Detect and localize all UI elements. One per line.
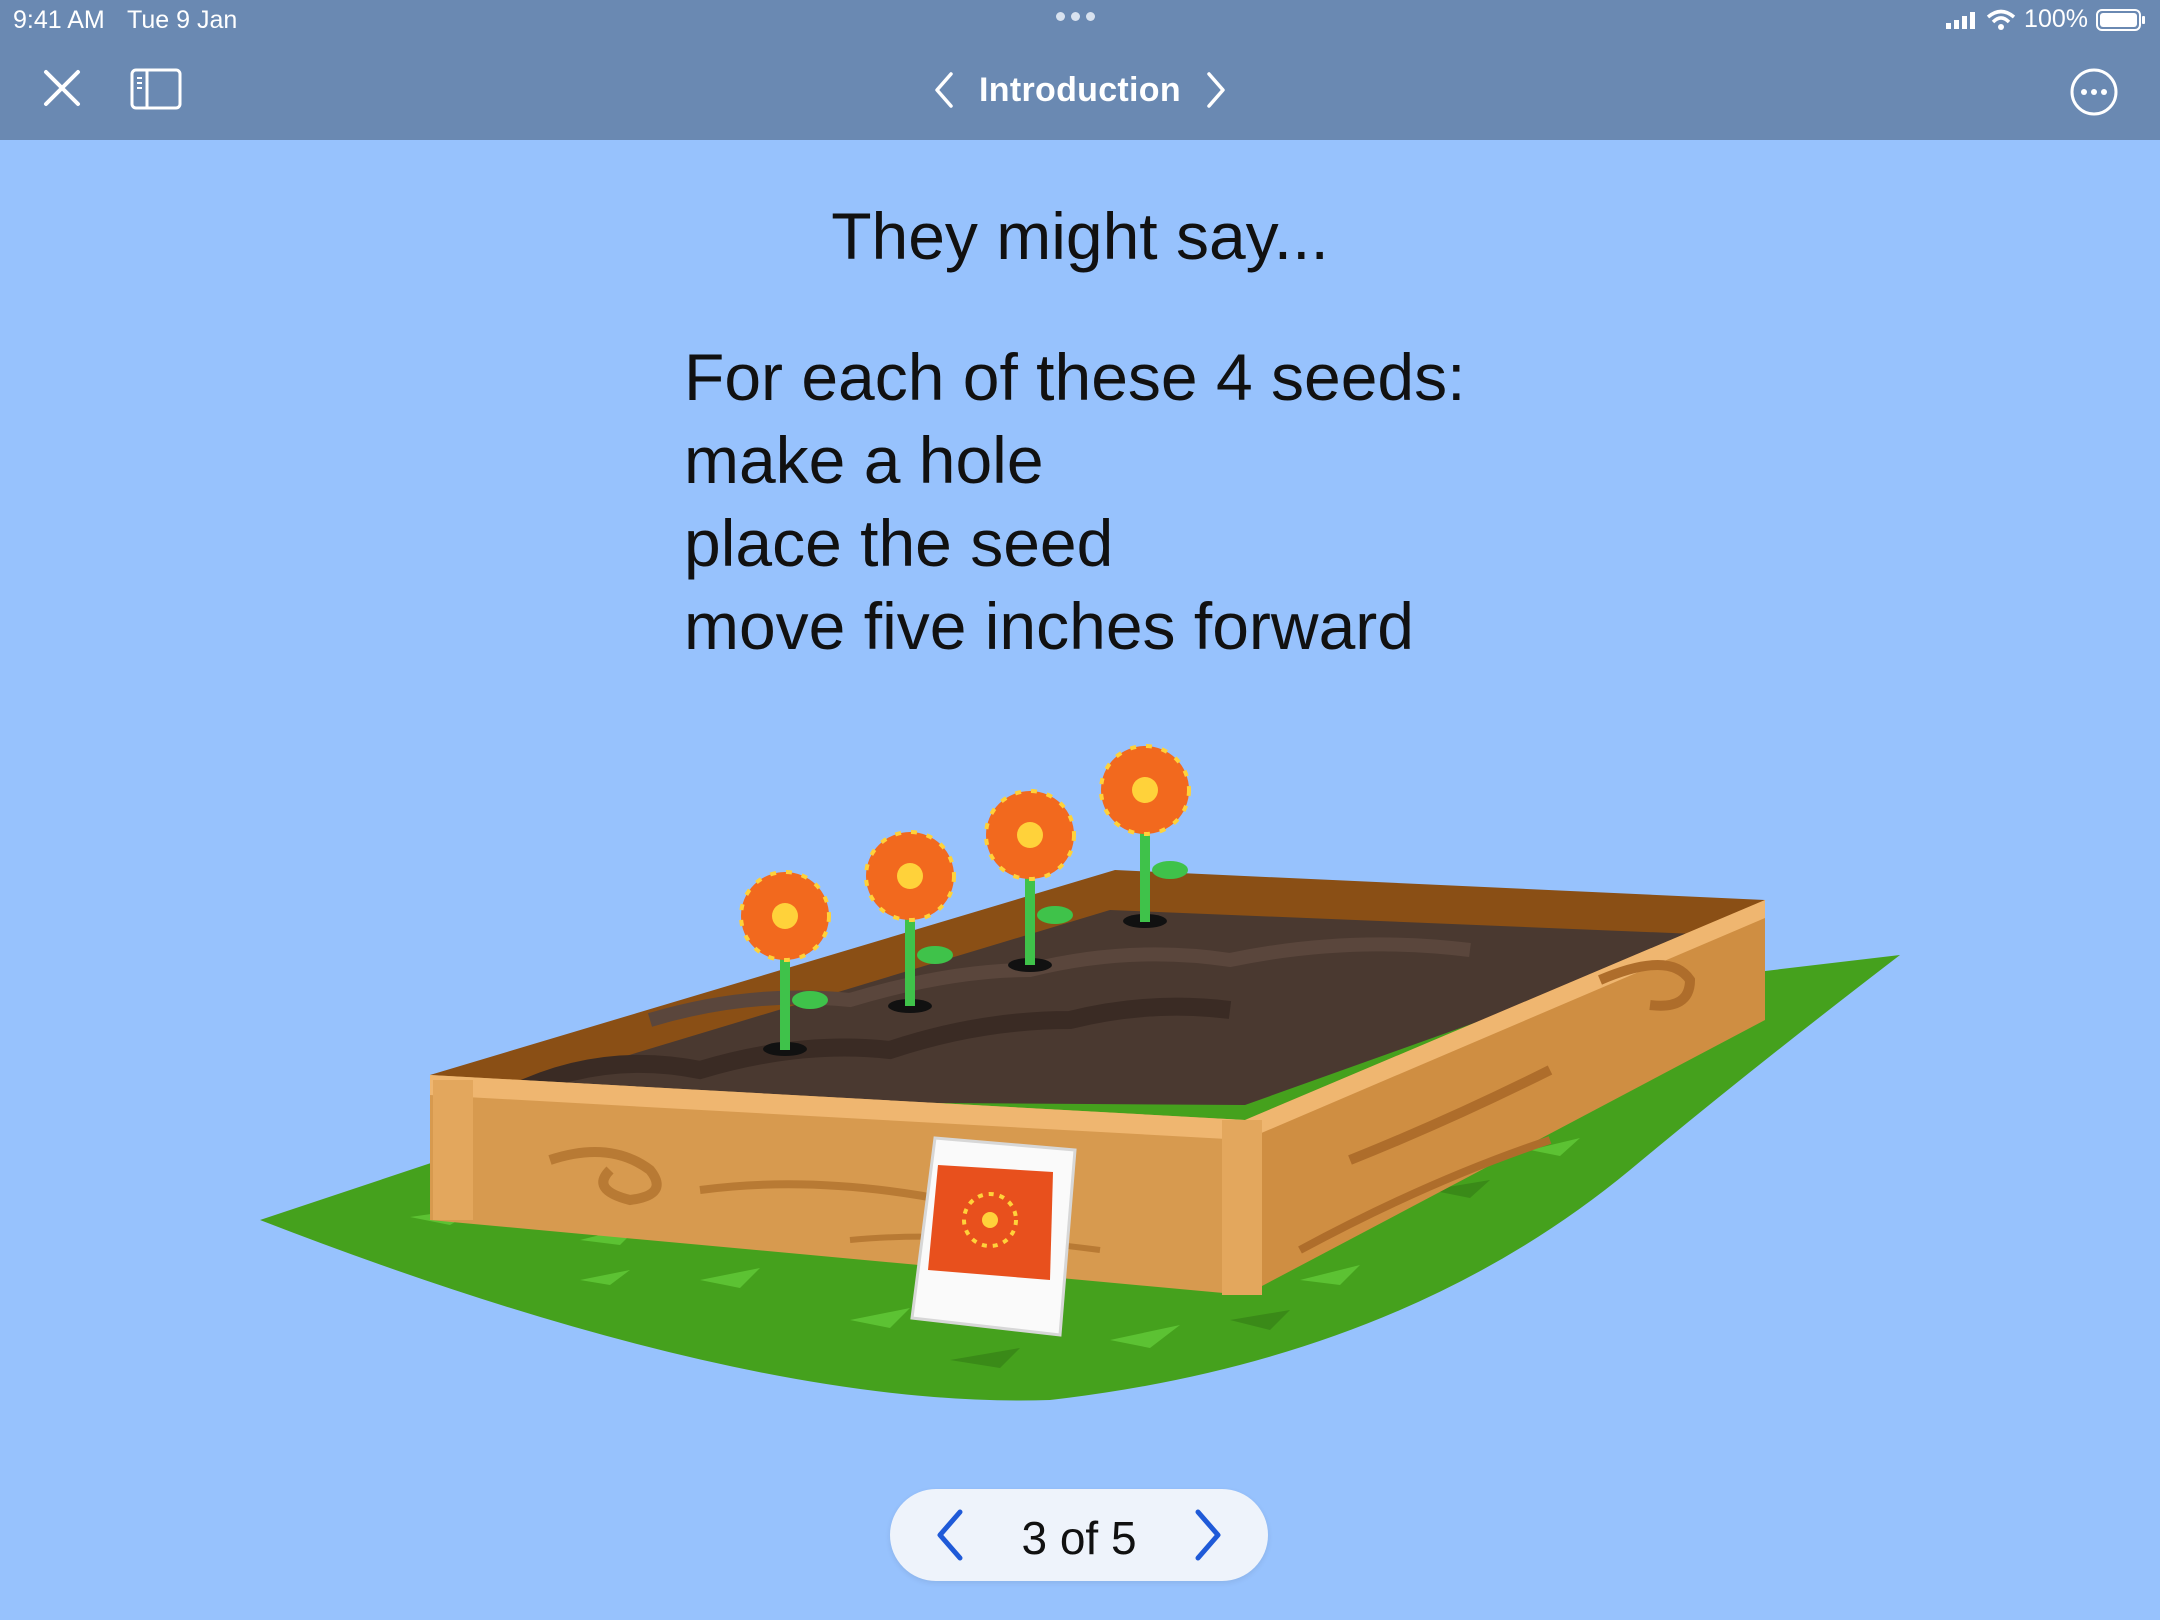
sidebar-toggle-button[interactable]	[126, 64, 186, 114]
battery-icon	[2096, 8, 2145, 31]
next-page-button[interactable]	[1178, 1505, 1238, 1565]
battery-percentage: 100%	[2024, 5, 2088, 33]
instruction-line: place the seed	[684, 506, 1114, 580]
next-chapter-button[interactable]	[1201, 68, 1231, 112]
chevron-right-icon	[1195, 1509, 1221, 1561]
previous-chapter-button[interactable]	[929, 68, 959, 112]
instruction-line: make a hole	[684, 423, 1044, 497]
garden-bed-illustration	[260, 744, 1900, 1401]
chapter-navigator: Introduction	[920, 62, 1240, 118]
chevron-right-icon	[1207, 72, 1225, 108]
top-toolbar: Introduction	[0, 40, 2160, 140]
chevron-left-icon	[935, 72, 953, 108]
page-pager: 3 of 5	[890, 1489, 1268, 1581]
status-date: Tue 9 Jan	[127, 6, 238, 34]
seed-packet	[910, 1136, 1077, 1337]
cellular-signal-icon	[1946, 11, 1976, 29]
close-icon	[44, 70, 80, 106]
more-button[interactable]	[2064, 62, 2124, 122]
wifi-icon	[1986, 9, 2016, 30]
instruction-line: move five inches forward	[684, 589, 1414, 663]
multitasking-dots-icon[interactable]	[1056, 12, 1095, 21]
status-bar: 9:41 AM Tue 9 Jan 100%	[0, 0, 2160, 40]
more-icon	[2070, 68, 2118, 116]
close-button[interactable]	[36, 62, 88, 114]
status-indicators: 100%	[1944, 5, 2146, 34]
page-heading: They might say...	[831, 199, 1329, 273]
status-time: 9:41 AM	[13, 6, 105, 34]
chapter-title[interactable]: Introduction	[979, 71, 1181, 110]
sidebar-toggle-icon	[130, 68, 182, 110]
instruction-text: For each of these 4 seeds: make a hole p…	[684, 336, 1465, 668]
instruction-line: For each of these 4 seeds:	[684, 340, 1466, 414]
